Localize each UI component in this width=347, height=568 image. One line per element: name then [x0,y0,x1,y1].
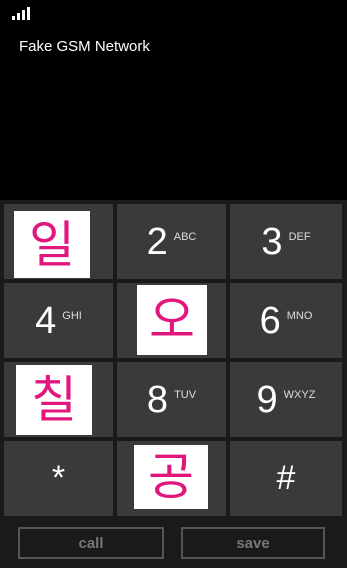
key-5[interactable]: 오 [117,283,226,358]
korean-tile-five: 오 [137,285,207,355]
korean-tile-seven: 칠 [16,365,92,435]
key-hash[interactable]: # [230,441,342,516]
key-9[interactable]: 9 WXYZ [230,362,342,437]
call-button[interactable]: call [18,527,164,559]
key-letters: WXYZ [283,388,316,401]
key-3[interactable]: 3 DEF [230,204,342,279]
key-8[interactable]: 8 TUV [117,362,226,437]
key-4[interactable]: 4 GHI [4,283,113,358]
key-letters: DEF [288,230,311,243]
korean-tile-one: 일 [14,211,90,278]
key-1[interactable]: 일 [4,204,113,279]
action-bar: call save [0,520,347,568]
network-name: Fake GSM Network [19,38,150,55]
key-digit: 6 [259,299,281,342]
key-0[interactable]: 공 [117,441,226,516]
save-button[interactable]: save [181,527,325,559]
key-letters: MNO [286,309,313,322]
key-letters: GHI [62,309,82,322]
key-7[interactable]: 칠 [4,362,113,437]
key-digit: 8 [146,378,169,421]
key-digit: 2 [146,220,168,263]
status-bar [0,0,347,28]
key-letters: ABC [173,230,197,243]
key-6[interactable]: 6 MNO [230,283,342,358]
key-star[interactable]: * [4,441,113,516]
key-digit: 3 [261,220,283,263]
dial-keypad: 일 2 ABC 3 DEF 4 GHI 오 6 MNO 칠 8 TUV 9 WX… [0,200,347,520]
star-symbol: * [51,459,66,497]
key-letters: TUV [174,388,197,401]
korean-tile-zero: 공 [134,445,208,509]
signal-strength-icon [12,6,34,20]
key-2[interactable]: 2 ABC [117,204,226,279]
key-digit: 9 [256,378,278,421]
hash-symbol: # [276,459,296,497]
key-digit: 4 [35,299,57,342]
